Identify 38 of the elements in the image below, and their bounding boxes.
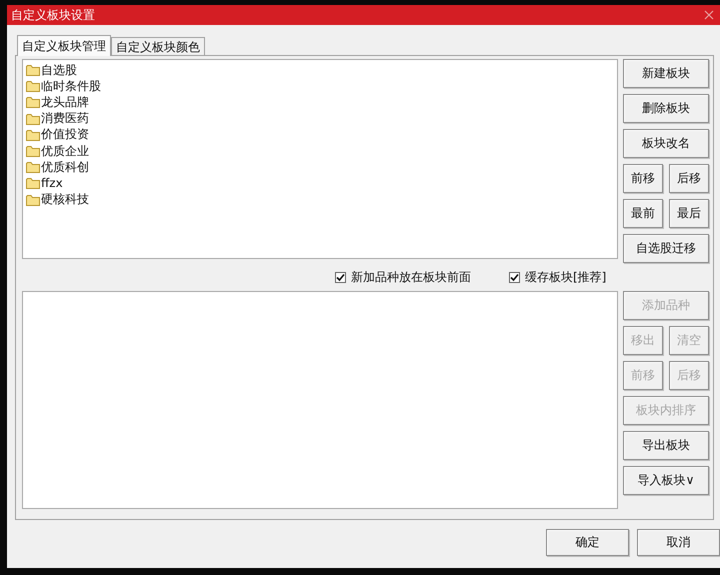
tab[interactable]: 自定义板块颜色	[111, 37, 205, 55]
block-name[interactable]: 临时条件股	[41, 78, 101, 95]
folder-icon	[26, 80, 40, 92]
action-button[interactable]: 导入板块∨	[623, 466, 709, 495]
small-button[interactable]: 前移	[623, 164, 663, 193]
block-name[interactable]: 自选股	[41, 62, 77, 79]
close-icon[interactable]	[704, 10, 714, 20]
window-title: 自定义板块设置	[11, 6, 95, 24]
block-name[interactable]: 价值投资	[41, 126, 89, 144]
folder-icon	[26, 145, 40, 158]
block-name[interactable]: 优质科创	[41, 158, 89, 176]
folder-icon	[26, 161, 40, 174]
action-button[interactable]: 板块改名	[623, 129, 709, 158]
action-button[interactable]: 新建板块	[623, 59, 709, 88]
dialog-button[interactable]: 取消	[637, 529, 720, 556]
dialog-button[interactable]: 确定	[546, 529, 629, 556]
checkbox-label: 缓存板块[推荐]	[525, 268, 606, 286]
folder-icon	[26, 194, 40, 206]
block-name[interactable]: 硬核科技	[41, 191, 89, 208]
checkbox[interactable]	[335, 272, 346, 282]
folder-icon	[26, 112, 40, 125]
action-button[interactable]: 导出板块	[623, 431, 709, 460]
tab[interactable]: 自定义板块管理	[17, 35, 111, 56]
small-button[interactable]: 最前	[623, 199, 663, 228]
action-button[interactable]: 删除板块	[623, 94, 709, 123]
block-name[interactable]: 优质企业	[41, 142, 89, 160]
small-button[interactable]: 最后	[669, 199, 709, 228]
folder-icon	[26, 177, 40, 190]
folder-icon	[26, 64, 40, 76]
block-name[interactable]: ffzx	[41, 176, 63, 190]
block-name[interactable]: 龙头品牌	[41, 94, 89, 111]
small-button[interactable]: 后移	[669, 164, 709, 193]
checkbox[interactable]	[509, 272, 520, 282]
folder-icon	[26, 128, 40, 141]
action-button[interactable]: 自选股迁移	[623, 234, 709, 263]
checkbox-label: 新加品种放在板块前面	[351, 268, 471, 286]
block-name[interactable]: 消费医药	[41, 110, 89, 128]
folder-icon	[26, 96, 40, 108]
